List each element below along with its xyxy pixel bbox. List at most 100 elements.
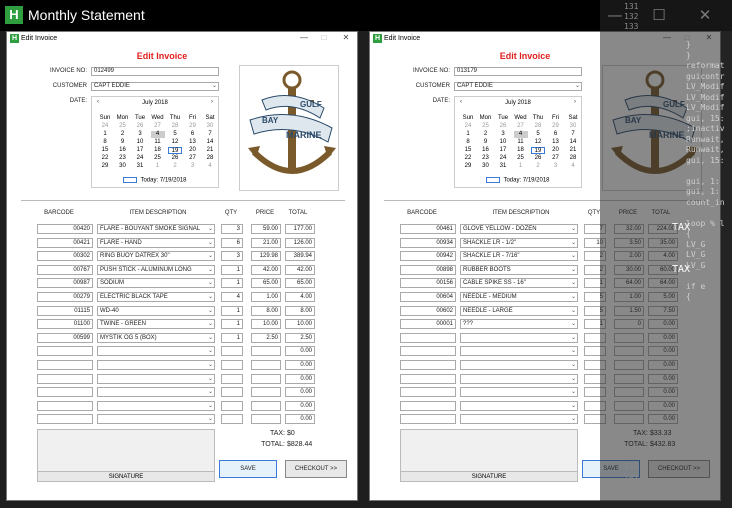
- calendar-day[interactable]: 15: [461, 147, 475, 154]
- calendar-prev-icon[interactable]: ‹: [460, 99, 462, 105]
- calendar-day[interactable]: 31: [496, 163, 510, 170]
- barcode-cell[interactable]: [400, 346, 456, 357]
- calendar-day[interactable]: 4: [203, 163, 217, 170]
- barcode-cell[interactable]: 00420: [37, 224, 93, 234]
- description-select[interactable]: ⌄: [97, 373, 215, 384]
- calendar-day[interactable]: 27: [549, 155, 563, 162]
- description-select[interactable]: ⌄: [97, 346, 215, 357]
- price-cell[interactable]: [251, 414, 281, 425]
- calendar-day[interactable]: 8: [98, 139, 112, 146]
- description-select[interactable]: MYSTIK OG 5 (BOX) ⌄: [97, 332, 215, 343]
- barcode-cell[interactable]: 00421: [37, 237, 93, 248]
- calendar-day[interactable]: 3: [133, 131, 147, 138]
- calendar-day[interactable]: 1: [151, 163, 165, 170]
- description-select[interactable]: ⌄: [97, 414, 215, 425]
- price-cell[interactable]: 129.98: [251, 251, 281, 262]
- description-select[interactable]: RING BUOY DATREX 30" ⌄: [97, 251, 215, 262]
- calendar-day[interactable]: 17: [496, 147, 510, 154]
- calendar-today[interactable]: Today: 7/19/2018: [455, 177, 581, 184]
- calendar-day[interactable]: 10: [133, 139, 147, 146]
- calendar-day[interactable]: 25: [514, 155, 528, 162]
- calendar-day[interactable]: 26: [496, 123, 510, 130]
- calendar-day[interactable]: 23: [116, 155, 130, 162]
- description-select[interactable]: ⌄: [97, 387, 215, 398]
- calendar-day[interactable]: 5: [168, 131, 182, 138]
- calendar-day[interactable]: 29: [461, 163, 475, 170]
- barcode-cell[interactable]: [37, 346, 93, 357]
- calendar-day[interactable]: 14: [566, 139, 580, 146]
- calendar-day[interactable]: 1: [461, 131, 475, 138]
- barcode-cell[interactable]: 00604: [400, 292, 456, 302]
- customer-select[interactable]: CAPT EDDIE ⌄: [91, 82, 219, 91]
- calendar-day[interactable]: 23: [479, 155, 493, 162]
- description-select[interactable]: PUSH STICK - ALUMINUM LONG ⌄: [97, 264, 215, 275]
- description-select[interactable]: ⌄: [460, 332, 578, 343]
- barcode-cell[interactable]: [37, 387, 93, 398]
- barcode-cell[interactable]: 00279: [37, 292, 93, 302]
- description-select[interactable]: NEEDLE - LARGE ⌄: [460, 305, 578, 316]
- signature-pad[interactable]: SIGNATURE: [37, 429, 215, 482]
- calendar-day[interactable]: 29: [186, 123, 200, 130]
- qty-cell[interactable]: 1: [221, 264, 243, 275]
- price-cell[interactable]: 65.00: [251, 278, 281, 289]
- date-calendar[interactable]: July 2018 ‹ › Sun Mon Tue Wed Thu Fri Sat 24 25 26 27…: [454, 96, 582, 188]
- description-select[interactable]: ⌄: [460, 387, 578, 398]
- barcode-cell[interactable]: 00767: [37, 264, 93, 275]
- qty-cell[interactable]: 1: [221, 305, 243, 316]
- qty-cell[interactable]: [221, 373, 243, 384]
- description-select[interactable]: ⌄: [460, 346, 578, 357]
- calendar-day[interactable]: 5: [531, 131, 545, 138]
- invoice-no-field[interactable]: 012499: [91, 67, 219, 76]
- description-select[interactable]: ⌄: [460, 360, 578, 370]
- price-cell[interactable]: [251, 360, 281, 370]
- calendar-day[interactable]: 4: [150, 131, 165, 138]
- description-select[interactable]: ⌄: [97, 400, 215, 411]
- barcode-cell[interactable]: 00302: [37, 251, 93, 262]
- calendar-day[interactable]: 16: [116, 147, 130, 154]
- calendar-day[interactable]: 25: [479, 123, 493, 130]
- invoice-no-field[interactable]: 013179: [454, 67, 582, 76]
- description-select[interactable]: ELECTRIC BLACK TAPE ⌄: [97, 292, 215, 302]
- calendar-day[interactable]: 21: [203, 147, 217, 154]
- price-cell[interactable]: 10.00: [251, 319, 281, 330]
- price-cell[interactable]: 21.00: [251, 237, 281, 248]
- calendar-day[interactable]: 29: [98, 163, 112, 170]
- description-select[interactable]: FLARE - BOUYANT SMOKE SIGNAL ⌄: [97, 224, 215, 234]
- calendar-day[interactable]: 2: [116, 131, 130, 138]
- calendar-day[interactable]: 4: [513, 131, 528, 138]
- qty-cell[interactable]: [221, 414, 243, 425]
- price-cell[interactable]: [251, 346, 281, 357]
- calendar-day[interactable]: 6: [549, 131, 563, 138]
- price-cell[interactable]: 2.50: [251, 332, 281, 343]
- calendar-day[interactable]: 30: [566, 123, 580, 130]
- calendar-day[interactable]: 7: [566, 131, 580, 138]
- barcode-cell[interactable]: [37, 360, 93, 370]
- description-select[interactable]: ⌄: [460, 414, 578, 425]
- price-cell[interactable]: [251, 387, 281, 398]
- calendar-day[interactable]: 24: [496, 155, 510, 162]
- price-cell[interactable]: [251, 373, 281, 384]
- calendar-day[interactable]: 18: [151, 147, 165, 154]
- calendar-day[interactable]: 19: [168, 147, 182, 154]
- price-cell[interactable]: 42.00: [251, 264, 281, 275]
- calendar-next-icon[interactable]: ›: [211, 99, 213, 105]
- calendar-day[interactable]: 31: [133, 163, 147, 170]
- calendar-day[interactable]: 30: [116, 163, 130, 170]
- calendar-day[interactable]: 28: [203, 155, 217, 162]
- calendar-day[interactable]: 27: [514, 123, 528, 130]
- qty-cell[interactable]: [221, 387, 243, 398]
- calendar-day[interactable]: 26: [168, 155, 182, 162]
- qty-cell[interactable]: 3: [221, 224, 243, 234]
- qty-cell[interactable]: 6: [221, 237, 243, 248]
- barcode-cell[interactable]: 00987: [37, 278, 93, 289]
- barcode-cell[interactable]: 01100: [37, 319, 93, 330]
- calendar-day[interactable]: 25: [151, 155, 165, 162]
- calendar-day[interactable]: 11: [514, 139, 528, 146]
- qty-cell[interactable]: 3: [221, 251, 243, 262]
- calendar-day[interactable]: 13: [549, 139, 563, 146]
- save-button[interactable]: SAVE: [219, 460, 277, 478]
- calendar-day[interactable]: 20: [549, 147, 563, 154]
- calendar-day[interactable]: 14: [203, 139, 217, 146]
- calendar-day[interactable]: 22: [461, 155, 475, 162]
- description-select[interactable]: CABLE SPIKE SS - 16" ⌄: [460, 278, 578, 289]
